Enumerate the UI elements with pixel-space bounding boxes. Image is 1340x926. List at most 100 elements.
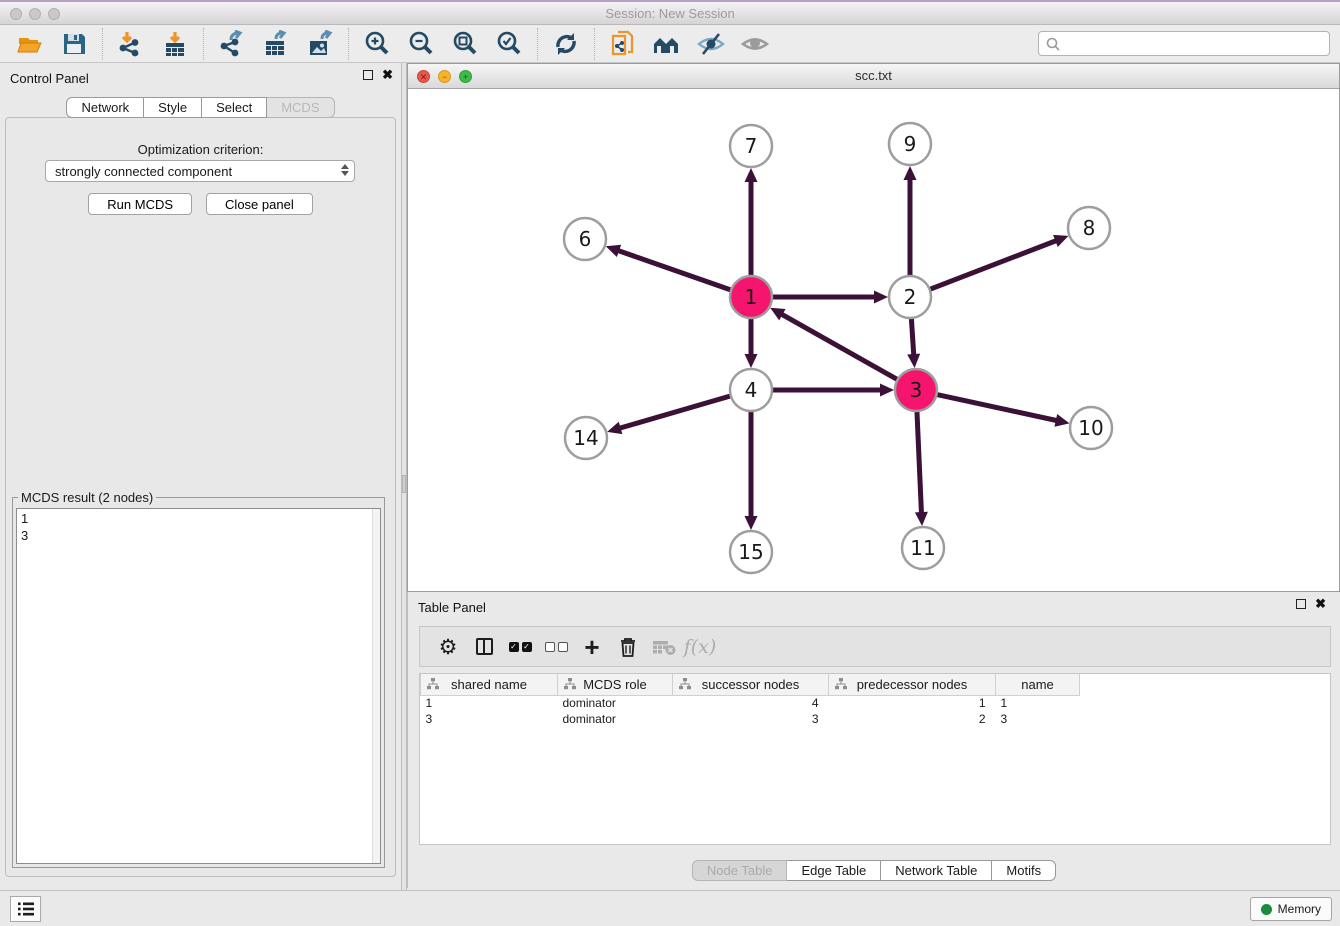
zoom-selected-icon[interactable] [494,29,524,59]
tab-node-table[interactable]: Node Table [692,860,788,881]
mcds-result-title: MCDS result (2 nodes) [18,490,156,505]
edge-3-10[interactable] [937,395,1069,427]
first-neighbors-icon[interactable] [652,29,682,59]
mcds-result-text[interactable]: 1 3 [16,508,381,864]
table-row[interactable]: 1dominator411 [421,695,1080,711]
column-header-successor-nodes[interactable]: successor nodes [673,674,829,695]
float-panel-icon[interactable] [363,70,373,80]
node-6[interactable]: 6 [564,218,606,260]
export-table-icon[interactable] [261,29,291,59]
svg-text:11: 11 [910,536,935,560]
tab-network-table[interactable]: Network Table [881,860,992,881]
search-input[interactable] [1061,36,1329,51]
close-panel-icon[interactable]: ✖ [382,70,393,80]
deselect-all-icon[interactable] [538,632,574,662]
table-panel: Table Panel ✖ ⚙ ✓✓ + f(x) shared nameMCD… [407,592,1340,888]
clone-network-icon[interactable] [608,29,638,59]
table-row[interactable]: 3dominator323 [421,711,1080,727]
table-cell[interactable]: 4 [673,695,829,711]
memory-button[interactable]: Memory [1250,897,1332,921]
save-session-icon[interactable] [59,29,89,59]
tab-network[interactable]: Network [66,97,144,118]
import-network-icon[interactable] [116,29,146,59]
tab-motifs[interactable]: Motifs [992,860,1056,881]
optimization-criterion-select[interactable]: strongly connected component [45,160,355,182]
app-titlebar: Session: New Session [0,0,1340,25]
tab-select[interactable]: Select [202,97,267,118]
delete-table-icon[interactable] [646,632,682,662]
table-cell[interactable]: 3 [673,711,829,727]
edge-1-6[interactable] [606,245,730,290]
edge-4-3[interactable] [773,384,894,397]
export-network-icon[interactable] [217,29,247,59]
float-table-panel-icon[interactable] [1296,599,1306,609]
network-window-titlebar[interactable]: ✕ − + scc.txt [408,64,1339,89]
node-8[interactable]: 8 [1068,207,1110,249]
node-11[interactable]: 11 [902,527,944,569]
node-4[interactable]: 4 [730,369,772,411]
apply-layout-icon[interactable] [551,29,581,59]
column-header-MCDS-role[interactable]: MCDS role [558,674,673,695]
edge-4-15[interactable] [745,412,758,530]
export-image-icon[interactable] [305,29,335,59]
node-3[interactable]: 3 [895,369,937,411]
network-graph[interactable]: 7 9 6 8 1 2 4 3 14 10 15 11 [408,89,1339,591]
column-header-name[interactable]: name [996,674,1080,695]
table-cell[interactable]: dominator [558,711,673,727]
column-header-predecessor-nodes[interactable]: predecessor nodes [829,674,996,695]
zoom-out-icon[interactable] [406,29,436,59]
node-9[interactable]: 9 [889,123,931,165]
run-mcds-button[interactable]: Run MCDS [88,193,192,215]
add-row-icon[interactable]: + [574,632,610,662]
divider-grab-handle[interactable] [402,475,406,493]
table-cell[interactable]: dominator [558,695,673,711]
column-header-shared-name[interactable]: shared name [421,674,558,695]
search-icon [1045,36,1061,52]
edge-4-14[interactable] [607,396,730,434]
close-table-panel-icon[interactable]: ✖ [1315,599,1326,609]
gear-icon[interactable]: ⚙ [430,632,466,662]
select-all-icon[interactable]: ✓✓ [502,632,538,662]
table-cell[interactable]: 3 [996,711,1080,727]
hierarchy-icon [427,678,439,690]
hide-details-icon[interactable] [696,29,726,59]
node-15[interactable]: 15 [730,531,772,573]
edge-3-1[interactable] [770,308,897,379]
zoom-fit-icon[interactable] [450,29,480,59]
import-table-icon[interactable] [160,29,190,59]
zoom-in-icon[interactable] [362,29,392,59]
edge-1-7[interactable] [745,168,758,275]
edge-1-2[interactable] [773,291,888,304]
tab-mcds[interactable]: MCDS [267,97,334,118]
columns-icon[interactable] [466,632,502,662]
edge-2-3[interactable] [907,319,920,368]
table-cell[interactable]: 1 [829,695,996,711]
control-panel: Control Panel ✖ Network Style Select MCD… [0,63,401,890]
tab-style[interactable]: Style [144,97,202,118]
table-cell[interactable]: 3 [421,711,558,727]
node-7[interactable]: 7 [730,125,772,167]
node-2[interactable]: 2 [889,276,931,318]
tab-edge-table[interactable]: Edge Table [787,860,881,881]
search-box[interactable] [1038,31,1330,56]
edge-2-9[interactable] [904,166,917,275]
network-canvas[interactable]: 7 9 6 8 1 2 4 3 14 10 15 11 [408,89,1339,591]
function-builder-icon[interactable]: f(x) [682,632,718,662]
node-14[interactable]: 14 [565,417,607,459]
table-cell[interactable]: 1 [996,695,1080,711]
table-cell[interactable]: 1 [421,695,558,711]
edge-2-8[interactable] [931,235,1069,289]
node-10[interactable]: 10 [1070,407,1112,449]
close-panel-button[interactable]: Close panel [206,193,313,215]
svg-text:8: 8 [1083,216,1096,240]
show-details-icon[interactable] [740,29,770,59]
task-history-button[interactable] [10,896,41,922]
edge-1-4[interactable] [745,319,758,368]
open-session-icon[interactable] [15,29,45,59]
node-1[interactable]: 1 [730,276,772,318]
table-cell[interactable]: 2 [829,711,996,727]
delete-icon[interactable] [610,632,646,662]
edge-3-11[interactable] [915,412,928,526]
scrollbar[interactable] [372,509,380,863]
toolbar-separator [594,28,595,60]
